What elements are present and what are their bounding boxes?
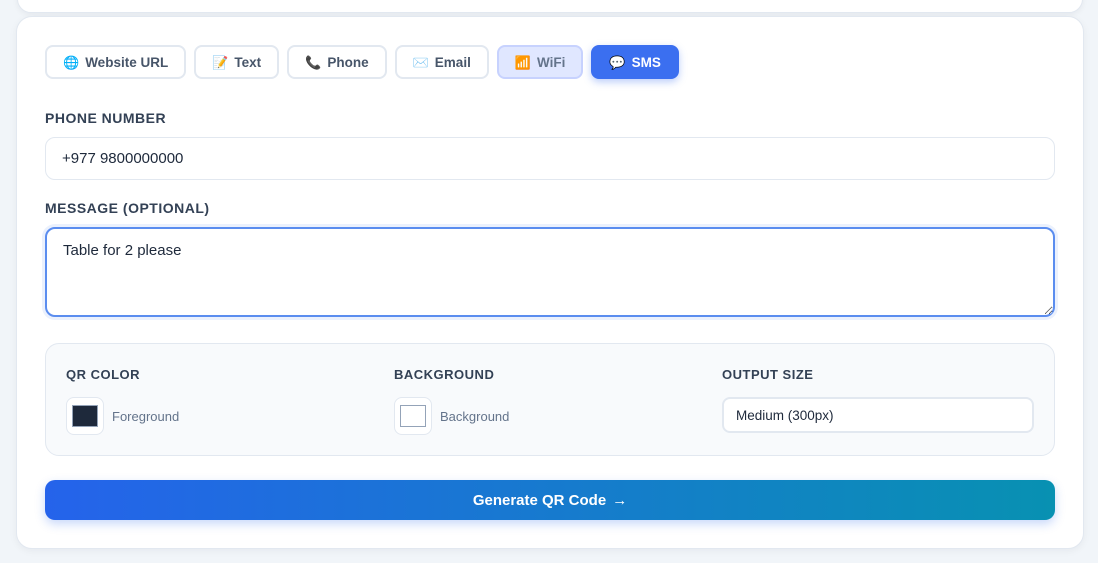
tab-label: Phone	[327, 54, 369, 70]
tab-wifi[interactable]: 📶 WiFi	[496, 45, 584, 79]
qr-color-swatch	[72, 405, 98, 427]
tab-email[interactable]: ✉️ Email	[394, 45, 489, 79]
wifi-icon: 📶	[514, 54, 532, 70]
qr-color-text: Foreground	[112, 409, 180, 424]
phone-icon: 📞	[305, 54, 322, 70]
background-color-picker[interactable]	[394, 397, 432, 435]
previous-card	[17, 0, 1083, 13]
tab-sms[interactable]: 💬 SMS	[591, 45, 679, 79]
arrow-right-icon: →	[612, 491, 628, 509]
generate-label: Generate QR Code	[472, 491, 607, 509]
tab-label: Email	[434, 54, 471, 70]
phone-number-input[interactable]	[45, 137, 1055, 180]
tab-website-url[interactable]: 🌐 Website URL	[45, 45, 187, 79]
envelope-icon: ✉️	[412, 54, 429, 70]
message-textarea[interactable]: Table for 2 please	[45, 227, 1055, 317]
output-size-select[interactable]: Medium (300px)	[722, 397, 1034, 433]
tab-label: Website URL	[85, 54, 169, 70]
qr-generator-card: 🌐 Website URL 📝 Text 📞 Phone ✉️ Email 📶 …	[16, 16, 1084, 549]
qr-color-label: QR COLOR	[66, 367, 141, 382]
chat-icon: 💬	[609, 54, 626, 70]
globe-icon: 🌐	[63, 54, 80, 70]
tab-phone[interactable]: 📞 Phone	[287, 45, 387, 79]
phone-number-label: PHONE NUMBER	[45, 110, 167, 126]
tab-label: Text	[234, 54, 262, 70]
output-size-label: OUTPUT SIZE	[722, 367, 814, 382]
background-color-swatch	[400, 405, 426, 427]
appearance-options-panel: QR COLOR Foreground BACKGROUND Backgroun…	[45, 343, 1055, 456]
tab-label: SMS	[631, 54, 661, 70]
message-label: MESSAGE (OPTIONAL)	[45, 200, 210, 216]
background-text: Background	[440, 409, 510, 424]
tab-text[interactable]: 📝 Text	[194, 45, 280, 79]
memo-icon: 📝	[212, 54, 229, 70]
type-tabs: 🌐 Website URL 📝 Text 📞 Phone ✉️ Email 📶 …	[45, 45, 687, 79]
generate-qr-button[interactable]: Generate QR Code →	[45, 480, 1055, 520]
qr-color-picker[interactable]	[66, 397, 104, 435]
background-label: BACKGROUND	[394, 367, 495, 382]
output-size-value: Medium (300px)	[736, 407, 834, 423]
tab-label: WiFi	[537, 54, 566, 70]
